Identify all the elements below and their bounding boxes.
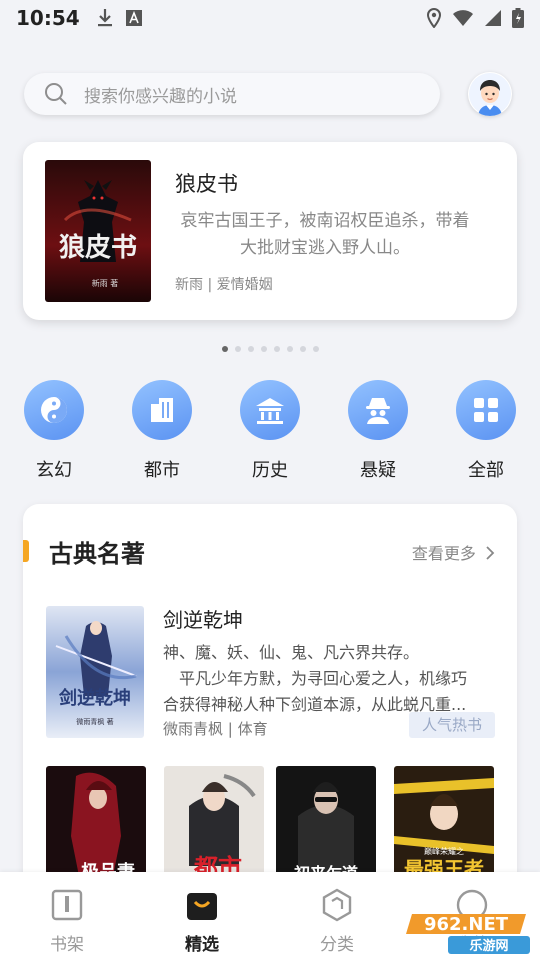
buildings-icon — [151, 398, 173, 422]
featured-cover-title: 剑逆乾坤 — [58, 687, 131, 709]
category-label: 悬疑 — [360, 460, 396, 481]
featured-cover-author: 微雨青枫 著 — [76, 717, 113, 726]
carousel-dot[interactable] — [260, 346, 267, 352]
book-cover[interactable]: 极品妻 — [46, 766, 146, 886]
carousel-indicator — [0, 346, 540, 352]
banner-cover-author: 新雨 著 — [92, 278, 119, 288]
category-label: 都市 — [144, 460, 180, 481]
tab-label: 分类 — [320, 935, 354, 955]
category-xuanyi[interactable]: 悬疑 — [347, 380, 409, 482]
book-cover-subtitle: 巅峰荣耀之 — [424, 846, 464, 856]
featured-book-meta: 微雨青枫 | 体育 — [163, 720, 268, 738]
featured-book-description: 神、魔、妖、仙、鬼、凡六界共存。 平凡少年方默，为寻回心爱之人，机缘巧 合获得神… — [163, 640, 493, 718]
tab-label: 精选 — [185, 935, 219, 955]
search-placeholder: 搜索你感兴趣的小说 — [84, 86, 237, 107]
description-line: 神、魔、妖、仙、鬼、凡六界共存。 — [163, 643, 420, 662]
grid-icon — [474, 398, 498, 422]
watermark-logo: 962.NET 乐游网 — [406, 914, 530, 954]
description-line: 平凡少年方默，为寻回心爱之人，机缘巧 — [163, 669, 468, 688]
view-more-label: 查看更多 — [411, 544, 476, 563]
tab-featured[interactable]: 精选 — [157, 872, 247, 960]
banner-book-title: 狼皮书 — [175, 172, 238, 196]
book-cover-art: 巅峰荣耀之 最强王者 — [394, 766, 494, 886]
carousel-dot[interactable] — [286, 346, 293, 352]
category-xuanhuan[interactable]: 玄幻 — [23, 380, 85, 482]
featured-book-title: 剑逆乾坤 — [163, 608, 243, 632]
tab-category[interactable]: 分类 — [292, 872, 382, 960]
bookshelf-icon — [51, 889, 83, 921]
battery-icon — [512, 8, 524, 28]
search-input[interactable]: 搜索你感兴趣的小说 — [24, 73, 440, 115]
banner-book-cover[interactable]: 狼皮书 新雨 著 — [45, 160, 151, 302]
book-cover-art: 初来乍道 — [276, 766, 376, 886]
category-row: 玄幻 都市 历史 悬疑 全部 — [23, 380, 517, 482]
carousel-dot[interactable] — [299, 346, 306, 352]
section-title: 古典名著 — [49, 540, 145, 568]
chevron-right-icon — [486, 546, 495, 560]
status-bar: 10:54 — [0, 0, 540, 36]
category-lishi[interactable]: 历史 — [239, 380, 301, 482]
tab-label: 书架 — [50, 935, 84, 955]
site-watermark: 962.NET 乐游网 — [404, 908, 534, 956]
wifi-icon — [453, 10, 473, 26]
location-icon — [426, 8, 442, 28]
banner-book-meta: 新雨 | 爱情婚姻 — [175, 277, 273, 293]
carousel-dot[interactable] — [273, 346, 280, 352]
search-row: 搜索你感兴趣的小说 — [24, 72, 516, 116]
section-accent-bar — [23, 540, 29, 562]
banner-book-description: 哀牢古国王子，被南诏权臣追杀，带着大批财宝逃入野人山。 — [180, 211, 470, 258]
yin-yang-icon — [41, 397, 67, 423]
book-cover[interactable]: 巅峰荣耀之 最强王者 — [394, 766, 494, 886]
featured-cover-art: 剑逆乾坤 微雨青枫 著 — [46, 606, 144, 738]
book-cover-art: 极品妻 — [46, 766, 146, 886]
avatar-icon — [469, 73, 511, 116]
search-icon — [45, 83, 67, 105]
detective-icon — [366, 398, 390, 424]
carousel-dot[interactable] — [221, 346, 228, 352]
hexagon-icon — [322, 888, 352, 922]
watermark-text-top: 962.NET — [424, 914, 509, 935]
watermark-text-bottom: 乐游网 — [469, 938, 508, 954]
book-cover-art: 都市 — [164, 766, 264, 886]
download-icon — [97, 9, 112, 27]
view-more-link[interactable]: 查看更多 — [412, 540, 495, 564]
category-dushi[interactable]: 都市 — [131, 380, 193, 482]
tab-bookshelf[interactable]: 书架 — [22, 872, 112, 960]
featured-book-cover[interactable]: 剑逆乾坤 微雨青枫 著 — [46, 606, 144, 738]
status-time: 10:54 — [16, 6, 80, 30]
app-notification-icon — [125, 10, 142, 26]
category-label: 历史 — [252, 460, 288, 481]
category-all[interactable]: 全部 — [455, 380, 517, 482]
book-cover[interactable]: 初来乍道 — [276, 766, 376, 886]
category-label: 玄幻 — [36, 460, 72, 481]
avatar[interactable] — [468, 72, 512, 116]
carousel-dot[interactable] — [247, 346, 254, 352]
bag-icon — [187, 893, 217, 920]
temple-icon — [256, 398, 284, 424]
banner-cover-title: 狼皮书 — [59, 232, 137, 263]
featured-banner-card[interactable]: 狼皮书 新雨 著 狼皮书 哀牢古国王子，被南诏权臣追杀，带着大批财宝逃入野人山。… — [23, 142, 517, 320]
category-label: 全部 — [468, 460, 504, 481]
banner-cover-art: 狼皮书 新雨 著 — [45, 160, 151, 302]
carousel-dot[interactable] — [234, 346, 241, 352]
signal-icon — [485, 10, 501, 26]
carousel-dot[interactable] — [312, 346, 319, 352]
book-cover[interactable]: 都市 — [164, 766, 264, 886]
hot-book-badge: 人气热书 — [409, 712, 495, 738]
